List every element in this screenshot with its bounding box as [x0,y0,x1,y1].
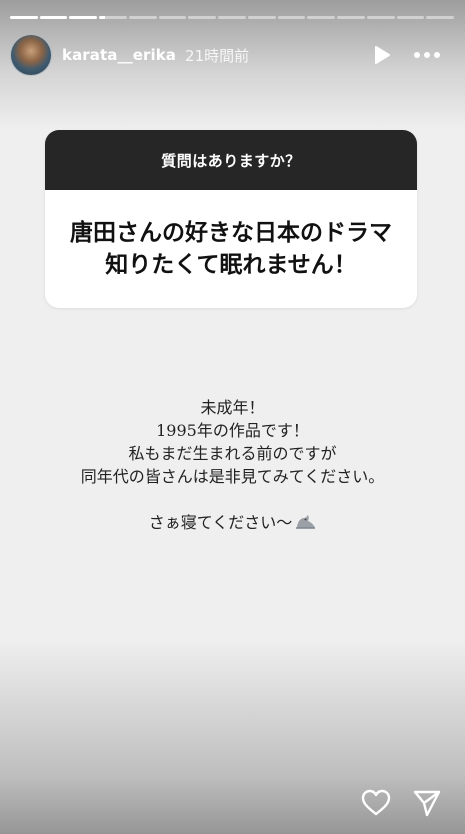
question-sticker: 質問はありますか？ 唐田さんの好きな日本のドラマ 知りたくて眠れません！ [45,130,417,308]
question-prompt: 質問はありますか？ [45,130,417,190]
like-button[interactable] [361,789,391,817]
progress-segment [128,16,157,19]
send-icon [413,790,441,817]
story-progress-bar [10,16,455,19]
progress-segment [39,16,68,19]
play-icon [375,46,390,64]
progress-segment [69,16,98,19]
share-button[interactable] [412,789,442,817]
question-line: 唐田さんの好きな日本のドラマ [70,220,392,246]
post-time: 21時間前 [185,46,250,65]
reply-closing-line: さぁ寝てください〜 [0,511,465,536]
progress-segment [158,16,187,19]
reply-line: 1995年の作品です！ [156,421,309,440]
progress-segment [307,16,336,19]
reply-text: 未成年！ 1995年の作品です！ 私もまだ生まれる前のですが 同年代の皆さんは是… [0,396,465,536]
progress-segment [218,16,246,19]
progress-segment [277,16,306,19]
progress-segment [99,16,127,19]
seal-icon [294,513,316,536]
progress-segment [10,16,38,19]
reply-line: 未成年！ [200,398,265,417]
progress-segment [396,16,425,19]
more-icon [414,52,440,58]
username[interactable]: karata__erika [62,46,176,64]
progress-segment [247,16,276,19]
question-text: 唐田さんの好きな日本のドラマ 知りたくて眠れません！ [45,190,417,308]
progress-segment [188,16,217,19]
play-button[interactable] [371,44,393,66]
avatar[interactable] [10,34,52,76]
story-header: karata__erika 21時間前 [10,33,455,77]
heart-icon [361,789,391,816]
reply-line: 私もまだ生まれる前のですが [128,444,337,463]
progress-segment [337,16,365,19]
more-options-button[interactable] [413,44,441,66]
progress-segment [366,16,395,19]
progress-segment [426,16,455,19]
reply-closing: さぁ寝てください〜 [148,513,293,532]
reply-line: 同年代の皆さんは是非見てみてください。 [80,467,385,486]
bottom-gradient [0,640,465,834]
question-line: 知りたくて眠れません！ [105,252,357,278]
